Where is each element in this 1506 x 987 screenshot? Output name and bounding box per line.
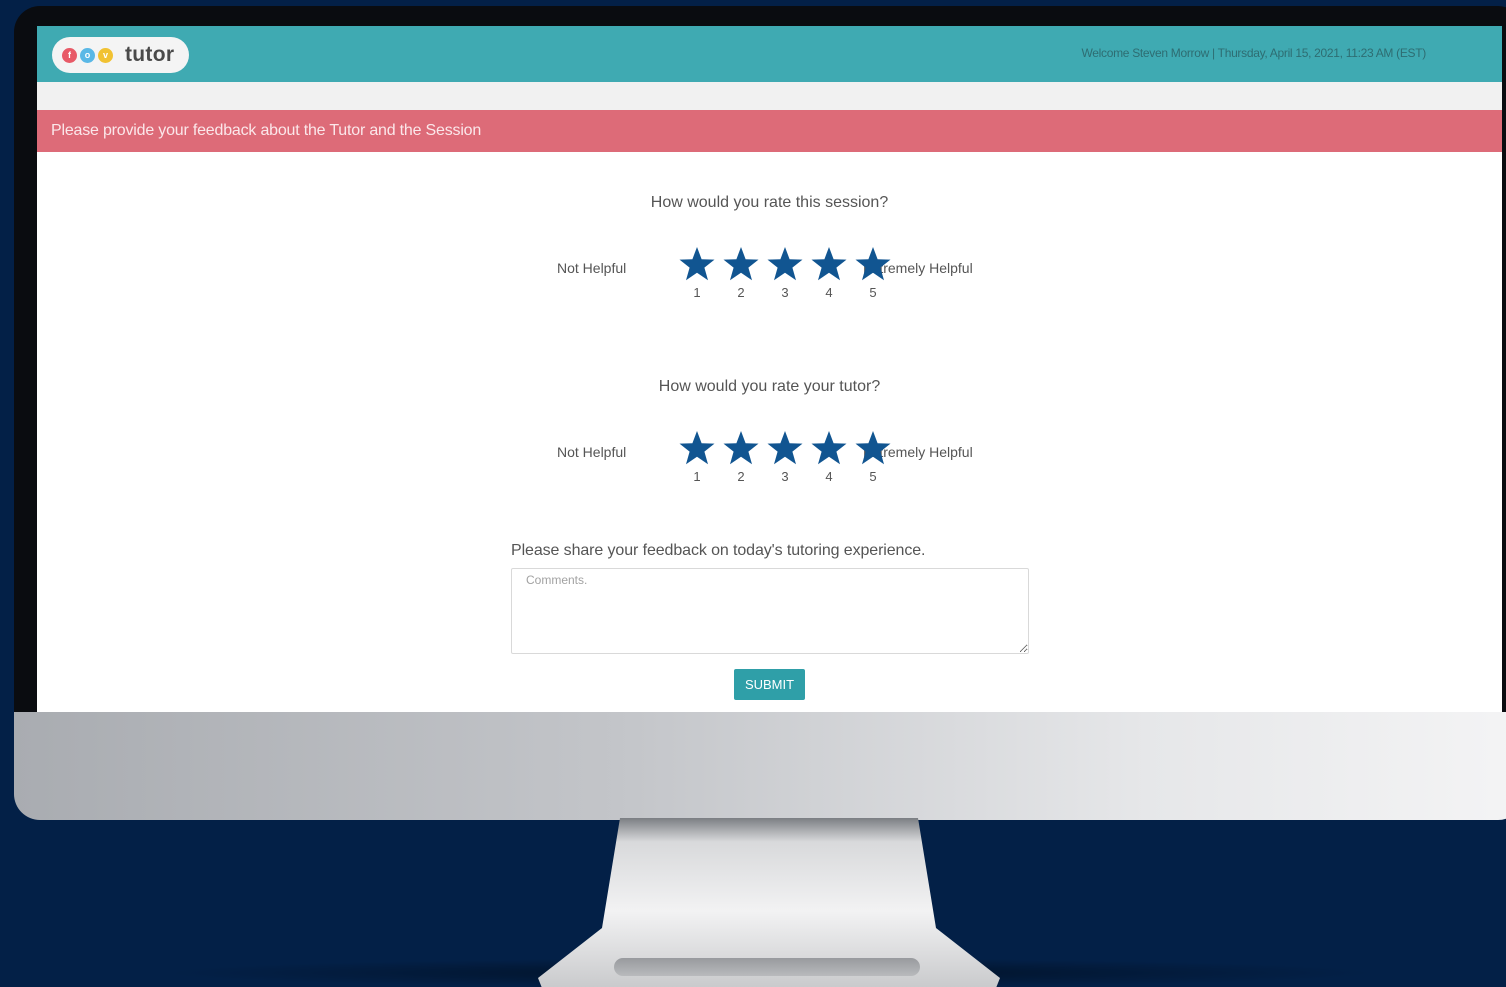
tutor-star-number: 2 <box>737 469 745 484</box>
star-icon <box>679 247 715 281</box>
star-icon <box>767 431 803 465</box>
star-icon <box>767 247 803 281</box>
welcome-message: Welcome Steven Morrow | Thursday, April … <box>1081 46 1426 60</box>
session-star-5[interactable]: 5 <box>853 246 893 300</box>
star-icon <box>811 247 847 281</box>
stand-base <box>614 958 920 976</box>
tutor-low-label: Not Helpful <box>557 444 627 460</box>
star-icon <box>679 431 715 465</box>
app-screen: f o v tutor Welcome Steven Morrow | Thur… <box>37 26 1502 712</box>
star-icon <box>855 247 891 281</box>
session-star-number: 1 <box>693 285 701 300</box>
comments-textarea[interactable] <box>511 568 1029 654</box>
header-bar: f o v tutor Welcome Steven Morrow | Thur… <box>37 26 1502 82</box>
app-logo[interactable]: f o v tutor <box>52 37 189 73</box>
session-rating-row: Not Helpful Extremely Helpful 12345 <box>557 246 997 306</box>
session-rating-question: How would you rate this session? <box>650 194 889 211</box>
sub-header-bar <box>37 82 1502 110</box>
tutor-star-number: 5 <box>869 469 877 484</box>
star-icon <box>723 431 759 465</box>
session-star-number: 5 <box>869 285 877 300</box>
tutor-rating-question: How would you rate your tutor? <box>658 378 881 395</box>
monitor-chin <box>14 712 1506 820</box>
session-star-2[interactable]: 2 <box>721 246 761 300</box>
session-star-number: 4 <box>825 285 833 300</box>
tutor-star-2[interactable]: 2 <box>721 430 761 484</box>
tutor-star-4[interactable]: 4 <box>809 430 849 484</box>
tutor-star-number: 4 <box>825 469 833 484</box>
session-star-number: 3 <box>781 285 789 300</box>
logo-dot-f: f <box>62 47 77 63</box>
session-star-4[interactable]: 4 <box>809 246 849 300</box>
tutor-star-5[interactable]: 5 <box>853 430 893 484</box>
tutor-star-number: 1 <box>693 469 701 484</box>
session-star-number: 2 <box>737 285 745 300</box>
session-star-3[interactable]: 3 <box>765 246 805 300</box>
star-icon <box>811 431 847 465</box>
submit-button[interactable]: SUBMIT <box>734 669 805 700</box>
session-star-1[interactable]: 1 <box>677 246 717 300</box>
logo-text: tutor <box>125 43 175 66</box>
tutor-star-3[interactable]: 3 <box>765 430 805 484</box>
logo-dot-o: o <box>80 47 95 63</box>
tutor-rating-row: Not Helpful Extremely Helpful 12345 <box>557 430 997 490</box>
logo-dot-v: v <box>98 47 113 63</box>
star-icon <box>855 431 891 465</box>
feedback-banner: Please provide your feedback about the T… <box>37 110 1502 152</box>
session-low-label: Not Helpful <box>557 260 627 276</box>
desktop-monitor-mockup: f o v tutor Welcome Steven Morrow | Thur… <box>0 0 1506 987</box>
tutor-star-1[interactable]: 1 <box>677 430 717 484</box>
tutor-star-number: 3 <box>781 469 789 484</box>
star-icon <box>723 247 759 281</box>
feedback-label: Please share your feedback on today's tu… <box>511 542 926 559</box>
